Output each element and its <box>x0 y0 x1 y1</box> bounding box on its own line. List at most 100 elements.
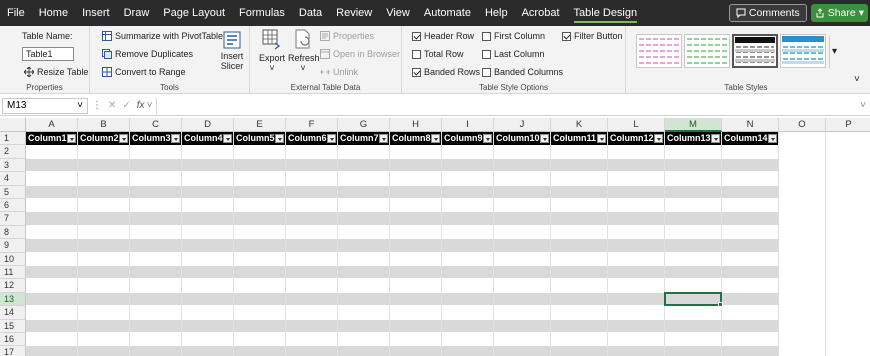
filter-dropdown-icon[interactable] <box>171 134 180 143</box>
tab-view[interactable]: View <box>379 0 417 26</box>
row-header-11[interactable]: 11 <box>0 266 26 280</box>
summarize-pivot-button[interactable]: Summarize with PivotTable <box>102 31 223 41</box>
filter-dropdown-icon[interactable] <box>654 134 663 143</box>
row-header-6[interactable]: 6 <box>0 199 26 213</box>
column-header-p[interactable]: P <box>826 118 870 132</box>
table-row[interactable] <box>26 306 779 320</box>
filter-dropdown-icon[interactable] <box>768 134 777 143</box>
first-column-checkbox[interactable]: First Column <box>482 31 545 41</box>
tab-data[interactable]: Data <box>292 0 329 26</box>
filter-dropdown-icon[interactable] <box>327 134 336 143</box>
row-header-3[interactable]: 3 <box>0 158 26 173</box>
collapse-ribbon-icon[interactable]: ˅ <box>854 74 860 85</box>
select-all-corner[interactable] <box>0 118 26 132</box>
filter-dropdown-icon[interactable] <box>711 134 720 143</box>
enter-icon[interactable]: ✓ <box>122 100 130 111</box>
filter-dropdown-icon[interactable] <box>223 134 232 143</box>
row-header-7[interactable]: 7 <box>0 212 26 226</box>
insert-function-icon[interactable]: fx <box>137 100 145 111</box>
expand-formula-icon[interactable]: ˅ <box>860 100 866 111</box>
share-button[interactable]: Share ▾ <box>810 4 868 22</box>
table-row[interactable] <box>26 346 779 356</box>
row-header-5[interactable]: 5 <box>0 185 26 199</box>
table-row[interactable] <box>26 145 779 159</box>
properties-button[interactable]: Properties <box>320 31 374 41</box>
export-button[interactable]: Export ˅ <box>258 29 286 73</box>
refresh-button[interactable]: Refresh ˅ <box>288 29 320 73</box>
resize-table-button[interactable]: Resize Table <box>24 67 88 77</box>
tab-page-layout[interactable]: Page Layout <box>156 0 232 26</box>
insert-slicer-button[interactable]: Insert Slicer <box>220 31 244 71</box>
banded-columns-checkbox[interactable]: Banded Columns <box>482 67 563 77</box>
row-header-8[interactable]: 8 <box>0 225 26 240</box>
unlink-button[interactable]: Unlink <box>320 67 358 77</box>
selected-cell[interactable] <box>664 291 723 308</box>
filter-dropdown-icon[interactable] <box>379 134 388 143</box>
row-header-1[interactable]: 1 <box>0 132 26 146</box>
tab-acrobat[interactable]: Acrobat <box>515 0 567 26</box>
column-header-e[interactable]: E <box>234 118 286 132</box>
tab-file[interactable]: File <box>0 0 32 26</box>
header-row-checkbox[interactable]: Header Row <box>412 31 474 41</box>
filter-dropdown-icon[interactable] <box>119 134 128 143</box>
filter-dropdown-icon[interactable] <box>67 134 76 143</box>
open-in-browser-button[interactable]: Open in Browser <box>320 49 400 59</box>
column-header-i[interactable]: I <box>442 118 494 132</box>
row-header-10[interactable]: 10 <box>0 252 26 266</box>
filter-dropdown-icon[interactable] <box>597 134 606 143</box>
row-header-2[interactable]: 2 <box>0 145 26 159</box>
name-box[interactable]: M13 ˅ <box>2 97 88 114</box>
tab-help[interactable]: Help <box>478 0 515 26</box>
filter-dropdown-icon[interactable] <box>540 134 549 143</box>
column-header-l[interactable]: L <box>608 118 665 132</box>
table-row[interactable] <box>26 279 779 293</box>
convert-to-range-button[interactable]: Convert to Range <box>102 67 186 77</box>
tab-home[interactable]: Home <box>32 0 75 26</box>
last-column-checkbox[interactable]: Last Column <box>482 49 545 59</box>
table-name-input[interactable]: Table1 <box>22 47 74 61</box>
table-style-pink[interactable] <box>636 34 682 68</box>
filter-button-checkbox[interactable]: Filter Button <box>562 31 623 41</box>
table-styles-more-button[interactable]: ▾ <box>829 36 839 68</box>
column-header-o[interactable]: O <box>779 118 826 132</box>
column-header-a[interactable]: A <box>26 118 78 132</box>
row-header-9[interactable]: 9 <box>0 239 26 253</box>
column-header-c[interactable]: C <box>130 118 182 132</box>
table-row[interactable] <box>26 319 779 333</box>
table-row[interactable] <box>26 158 779 173</box>
column-header-g[interactable]: G <box>338 118 390 132</box>
column-header-m[interactable]: M <box>665 118 722 132</box>
fill-handle[interactable] <box>718 302 723 308</box>
table-header-row[interactable]: Column1 Column2 Column3 Column4 Column5 Colum… <box>26 132 779 146</box>
comments-button[interactable]: Comments <box>728 4 807 22</box>
row-header-14[interactable]: 14 <box>0 306 26 320</box>
table-row[interactable] <box>26 239 779 253</box>
tab-review[interactable]: Review <box>329 0 379 26</box>
table-style-green[interactable] <box>684 34 730 68</box>
column-header-b[interactable]: B <box>78 118 130 132</box>
table-style-black-selected[interactable] <box>732 34 778 68</box>
column-header-d[interactable]: D <box>182 118 234 132</box>
tab-formulas[interactable]: Formulas <box>232 0 292 26</box>
table-row[interactable] <box>26 172 779 186</box>
table-row[interactable] <box>26 225 779 240</box>
column-header-j[interactable]: J <box>494 118 551 132</box>
table-style-blue[interactable] <box>780 34 826 68</box>
row-header-15[interactable]: 15 <box>0 319 26 333</box>
table-row[interactable] <box>26 199 779 213</box>
row-header-16[interactable]: 16 <box>0 333 26 347</box>
column-header-k[interactable]: K <box>551 118 608 132</box>
tab-automate[interactable]: Automate <box>417 0 478 26</box>
filter-dropdown-icon[interactable] <box>483 134 492 143</box>
total-row-checkbox[interactable]: Total Row <box>412 49 464 59</box>
column-header-f[interactable]: F <box>286 118 338 132</box>
remove-duplicates-button[interactable]: Remove Duplicates <box>102 49 193 59</box>
filter-dropdown-icon[interactable] <box>431 134 440 143</box>
table-row[interactable] <box>26 185 779 199</box>
row-header-13[interactable]: 13 <box>0 292 26 307</box>
table-row[interactable] <box>26 333 779 347</box>
column-header-h[interactable]: H <box>390 118 442 132</box>
cancel-icon[interactable]: ✕ <box>108 100 116 111</box>
row-header-4[interactable]: 4 <box>0 172 26 186</box>
filter-dropdown-icon[interactable] <box>275 134 284 143</box>
